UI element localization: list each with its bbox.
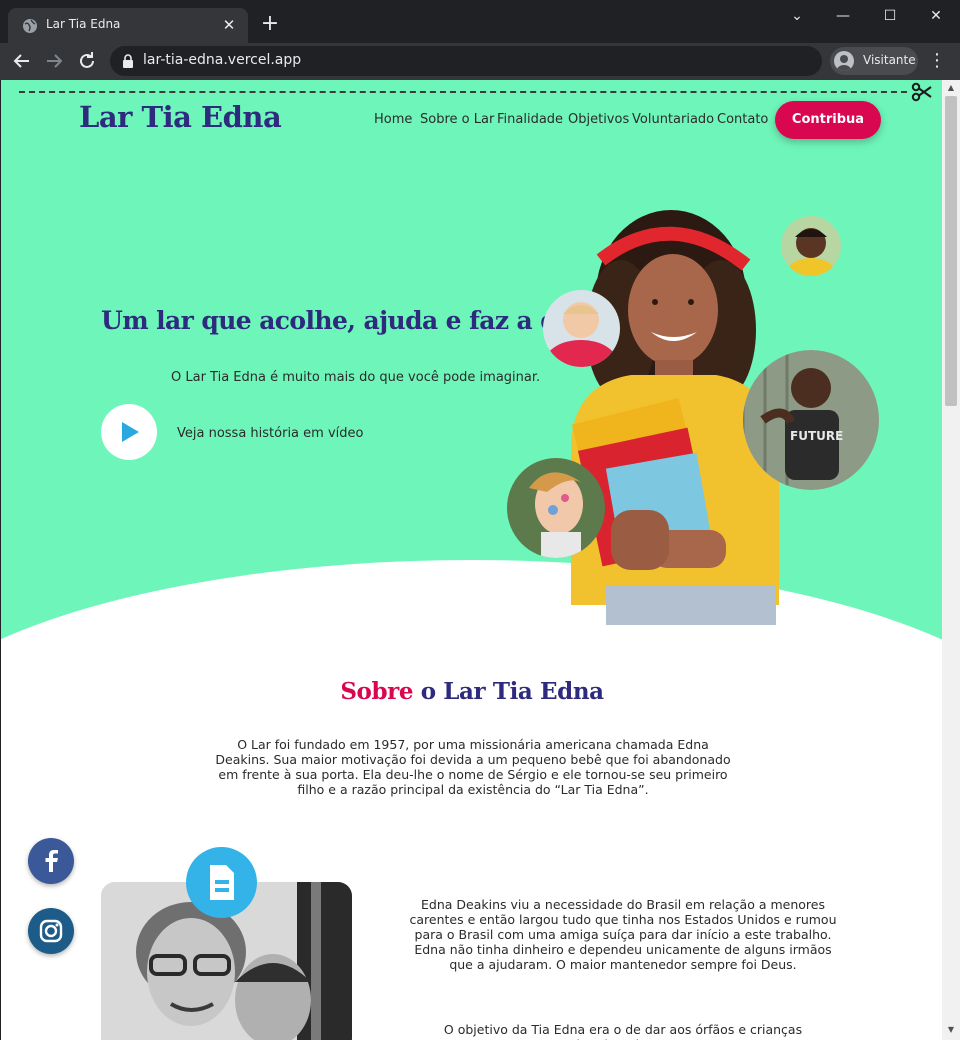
about-title-accent: Sobre [340, 678, 414, 705]
story-paragraph-1: Edna Deakins viu a necessidade do Brasil… [409, 897, 837, 972]
site-logo[interactable]: Lar Tia Edna [79, 100, 282, 134]
close-icon[interactable]: ✕ [220, 16, 238, 34]
about-title: Sobre o Lar Tia Edna [1, 678, 942, 705]
hero-subtitle: O Lar Tia Edna é muito mais do que você … [171, 370, 541, 385]
contribua-button[interactable]: Contribua [775, 101, 881, 139]
scroll-down-icon[interactable]: ▼ [946, 1025, 956, 1035]
nav-link-finalidade[interactable]: Finalidade [497, 112, 563, 127]
profile-button[interactable]: Visitante [830, 47, 918, 75]
facebook-button[interactable] [28, 838, 74, 884]
play-video-button[interactable] [101, 404, 157, 460]
profile-label: Visitante [863, 53, 916, 67]
maximize-icon[interactable]: ☐ [875, 6, 905, 26]
url-text: lar-tia-edna.vercel.app [143, 52, 302, 68]
child-portrait-4 [507, 458, 605, 558]
child-portrait-3: FUTURE [743, 350, 879, 490]
tab-search-icon[interactable]: ⌄ [782, 6, 812, 26]
svg-text:FUTURE: FUTURE [790, 429, 843, 443]
scroll-thumb[interactable] [945, 96, 957, 406]
nav-link-objetivos[interactable]: Objetivos [568, 112, 629, 127]
back-arrow-icon[interactable] [10, 49, 34, 73]
profile-icon [834, 51, 854, 71]
nav-link-home[interactable]: Home [374, 112, 412, 127]
scroll-up-icon[interactable]: ▲ [946, 83, 956, 93]
lock-icon[interactable] [122, 54, 134, 68]
minimize-icon[interactable]: — [828, 6, 858, 26]
address-bar[interactable]: lar-tia-edna.vercel.app [110, 46, 822, 76]
document-icon [210, 865, 234, 900]
instagram-icon [39, 919, 63, 943]
page-viewport: Lar Tia Edna Home Sobre o Lar Finalidade… [0, 80, 942, 1040]
kebab-menu-icon[interactable]: ⋮ [926, 50, 948, 72]
play-icon [122, 422, 139, 442]
forward-arrow-icon[interactable] [42, 49, 66, 73]
child-portrait-2 [781, 216, 841, 276]
about-title-rest: o Lar Tia Edna [413, 678, 604, 705]
about-paragraph: O Lar foi fundado em 1957, por uma missi… [215, 737, 731, 797]
dashed-divider [19, 91, 907, 93]
globe-icon [23, 19, 37, 33]
scissors-icon [911, 82, 932, 102]
facebook-icon [45, 850, 58, 872]
nav-link-contato[interactable]: Contato [717, 112, 768, 127]
story-paragraph-2: O objetivo da Tia Edna era o de dar aos … [443, 1022, 803, 1040]
window-close-icon[interactable]: ✕ [921, 6, 951, 26]
child-portrait-1 [543, 290, 620, 367]
plus-icon[interactable]: + [258, 12, 282, 36]
tab-strip: Lar Tia Edna ✕ + ⌄ — ☐ ✕ [0, 0, 960, 43]
browser-toolbar: lar-tia-edna.vercel.app Visitante ⋮ [0, 43, 960, 80]
video-label[interactable]: Veja nossa história em vídeo [177, 426, 363, 441]
page-scrollbar[interactable]: ▲ ▼ [942, 80, 960, 1040]
nav-link-sobre[interactable]: Sobre o Lar [420, 112, 494, 127]
tab-title: Lar Tia Edna [46, 17, 121, 31]
document-badge [186, 847, 257, 918]
browser-tab[interactable]: Lar Tia Edna ✕ [8, 8, 248, 43]
instagram-button[interactable] [28, 908, 74, 954]
nav-link-voluntariado[interactable]: Voluntariado [632, 112, 714, 127]
reload-icon[interactable] [75, 49, 99, 73]
